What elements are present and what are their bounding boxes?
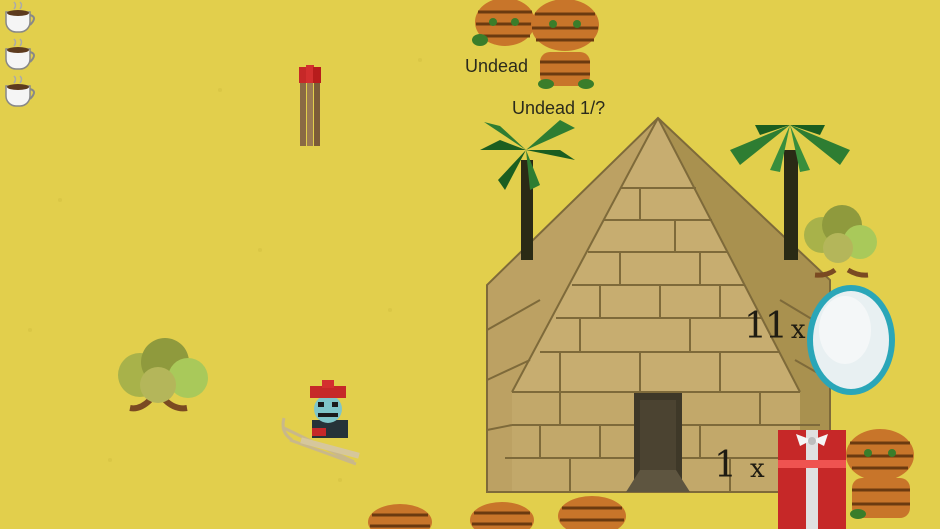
gift-counter: 1 x (714, 445, 765, 486)
enemy-label: Undead (465, 56, 529, 76)
orb-counter: 11 x (744, 306, 806, 347)
game-scene[interactable]: Undead Undead 1/? 11 x 1 x (0, 0, 940, 529)
orb-count: 11 (744, 306, 788, 347)
orb-multiplier: x (790, 315, 806, 345)
enemy-label-count: Undead 1/? (512, 98, 606, 118)
gift-multiplier: x (750, 454, 765, 484)
gift-box-item[interactable] (0, 0, 940, 529)
gift-count: 1 (714, 445, 737, 486)
